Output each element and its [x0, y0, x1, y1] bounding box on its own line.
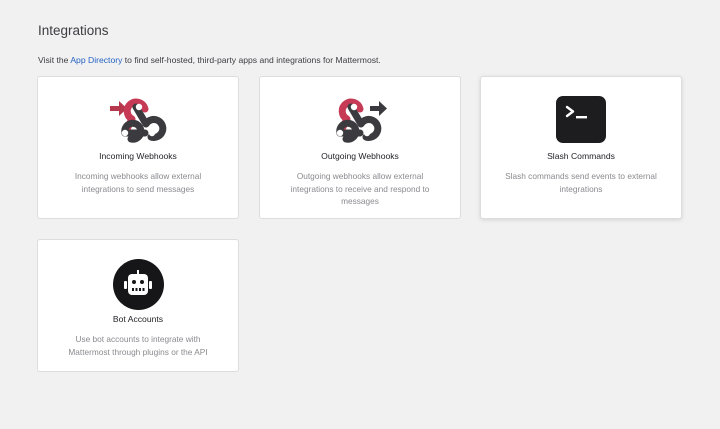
card-description: Slash commands send events to external i…	[505, 171, 657, 194]
incoming-webhook-icon	[110, 98, 167, 143]
card-title: Slash Commands	[547, 151, 615, 161]
card-description: Outgoing webhooks allow external integra…	[290, 171, 430, 207]
intro-text: Visit the App Directory to find self-hos…	[38, 55, 381, 65]
card-title: Incoming Webhooks	[99, 151, 177, 161]
slash-command-icon	[556, 95, 606, 143]
bot-icon	[112, 258, 164, 310]
card-title: Bot Accounts	[112, 314, 164, 324]
outgoing-webhook-icon	[336, 98, 387, 143]
slash-commands-card[interactable]: Slash Commands Slash commands send event…	[480, 76, 682, 219]
intro-text-after: to find self-hosted, third-party apps an…	[122, 55, 381, 65]
card-description: Incoming webhooks allow external integra…	[74, 171, 202, 194]
intro-text-before: Visit the	[38, 55, 71, 65]
bot-icon-wrap	[38, 258, 238, 310]
bot-accounts-card[interactable]: Bot Accounts Use bot accounts to integra…	[37, 239, 239, 372]
card-description: Use bot accounts to integrate with Matte…	[68, 334, 208, 357]
incoming-webhooks-card[interactable]: Incoming Webhooks Incoming webhooks allo…	[37, 76, 239, 219]
outgoing-webhook-icon-wrap	[260, 93, 460, 145]
slash-command-icon-wrap	[481, 93, 681, 145]
app-directory-link[interactable]: App Directory	[70, 55, 122, 65]
incoming-webhook-icon-wrap	[38, 93, 238, 145]
page-title: Integrations	[38, 23, 109, 38]
outgoing-webhooks-card[interactable]: Outgoing Webhooks Outgoing webhooks allo…	[259, 76, 461, 219]
card-title: Outgoing Webhooks	[321, 151, 399, 161]
